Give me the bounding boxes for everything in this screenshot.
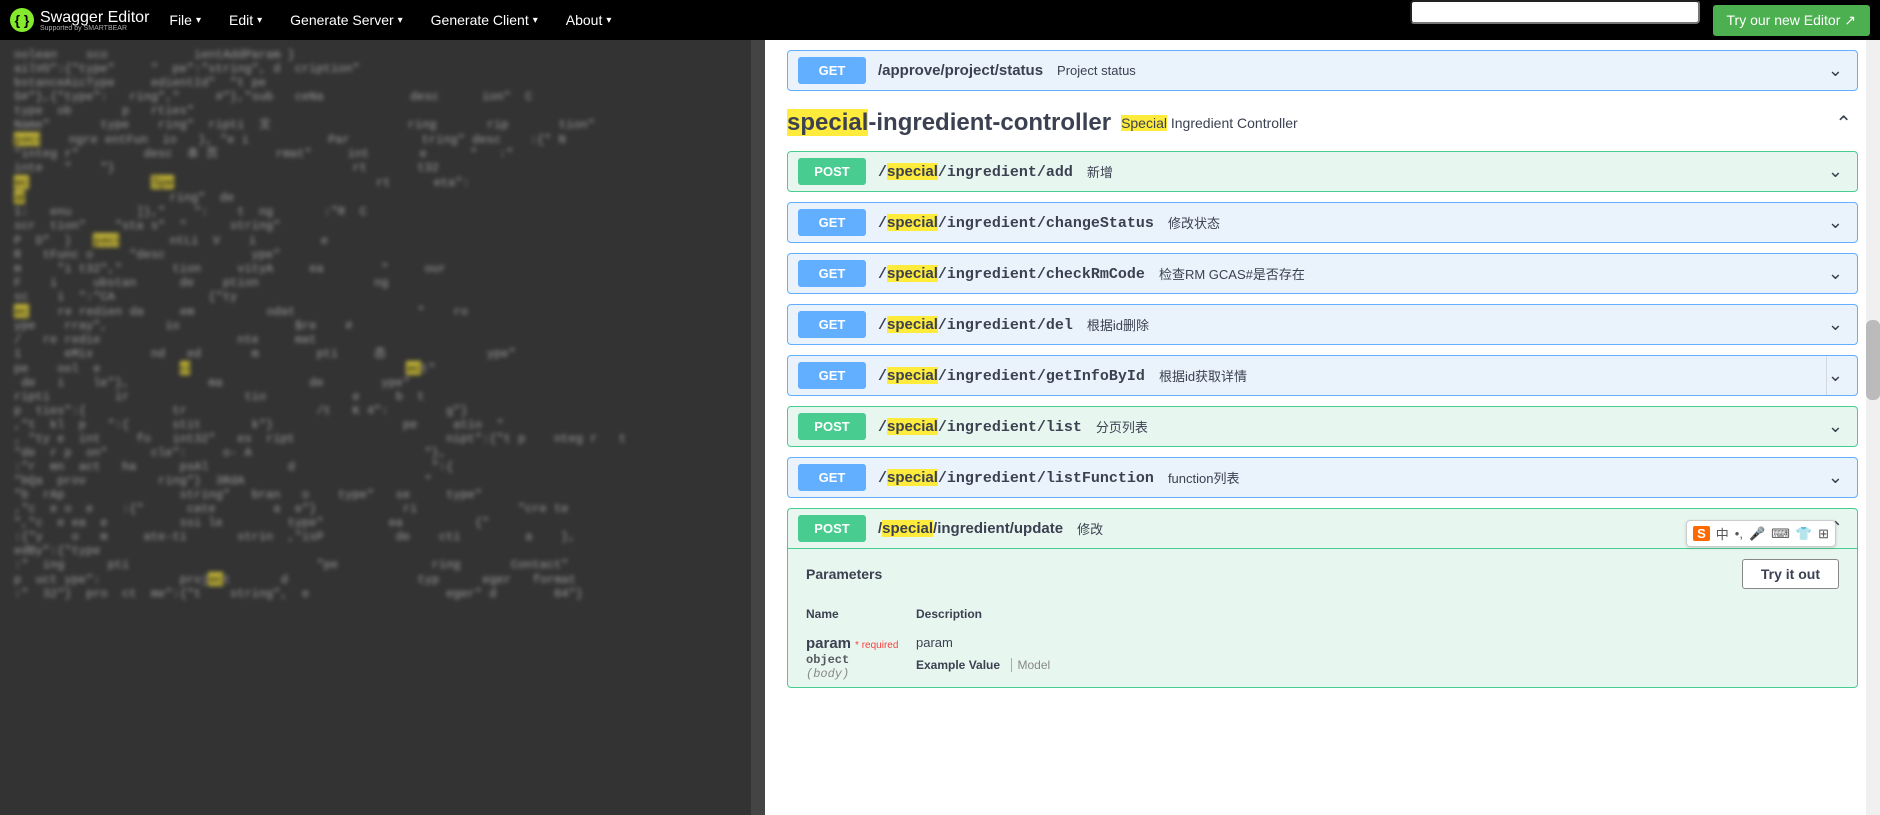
swagger-preview-pane[interactable]: GET /approve/project/status Project stat… [765,40,1880,815]
menu-file[interactable]: File [169,12,201,28]
logo: { } Swagger Editor Supported by SMARTBEA… [10,8,149,32]
scrollbar-thumb[interactable] [1866,320,1880,400]
chevron-down-icon: ⌄ [1828,365,1843,386]
op-row[interactable]: GET/special/ingredient/listFunction funct… [787,457,1858,498]
model-tab[interactable]: Model [1011,658,1051,672]
op-summary: 修改 [1077,519,1103,538]
page-scrollbar[interactable] [1866,40,1880,815]
op-summary: 检查RM GCAS#是否存在 [1159,264,1305,283]
chevron-down-icon: ⌄ [1828,161,1843,182]
param-table-header: Name Description [788,599,1857,629]
ime-lang[interactable]: 中 [1716,524,1729,543]
op-path: /special/ingredient/update [878,520,1063,538]
op-path: /special/ingredient/getInfoById [878,367,1145,385]
parameters-title: Parameters [806,566,882,582]
op-summary: Project status [1057,63,1136,78]
op-path: /special/ingredient/changeStatus [878,214,1154,232]
ime-punct[interactable]: •, [1735,526,1743,541]
op-path: /special/ingredient/checkRmCode [878,265,1145,283]
chevron-down-icon: ⌄ [1828,416,1843,437]
method-badge: GET [798,311,866,338]
search-input[interactable] [1410,0,1700,24]
example-value-tab[interactable]: Example Value [916,658,1000,672]
col-description: Description [916,607,1839,621]
method-badge: GET [798,260,866,287]
chevron-down-icon: ⌄ [1828,212,1843,233]
required-badge: * required [855,640,898,651]
try-new-editor-button[interactable]: Try our new Editor ↗ [1713,5,1870,36]
op-row[interactable]: GET/special/ingredient/getInfoById 根据id获取… [787,355,1858,396]
op-row[interactable]: POST/special/ingredient/add 新增 ⌄ [787,151,1858,192]
col-name: Name [806,607,916,621]
op-path: /special/ingredient/listFunction [878,469,1154,487]
method-badge: GET [798,464,866,491]
op-path: /special/ingredient/list [878,418,1082,436]
chevron-up-icon: ⌃ [1835,111,1852,136]
menu-about[interactable]: About [566,12,612,28]
method-badge: POST [798,413,866,440]
ime-logo-icon: S [1693,526,1710,541]
op-row[interactable]: GET/special/ingredient/checkRmCode 检查RM G… [787,253,1858,294]
method-badge-get: GET [798,57,866,84]
chevron-down-icon: ⌄ [1828,60,1843,81]
param-name: param [806,635,851,652]
chevron-down-icon: ⌄ [1828,314,1843,335]
tag-description: Special Ingredient Controller [1121,115,1298,131]
method-badge: GET [798,209,866,236]
param-in: (body) [806,667,916,681]
param-row: param * required object (body) param Exam… [788,629,1857,687]
ime-mic-icon[interactable]: 🎤 [1749,526,1765,542]
editor-pane[interactable]: oolean sco ientAddParam } ailVO":{"type"… [0,40,765,815]
top-menu: File Edit Generate Server Generate Clien… [169,12,611,28]
op-row[interactable]: GET/special/ingredient/changeStatus 修改状态 ⌄ [787,202,1858,243]
ime-more-icon[interactable]: ⊞ [1818,526,1829,542]
menu-edit[interactable]: Edit [229,12,262,28]
editor-code[interactable]: oolean sco ientAddParam } ailVO":{"type"… [0,40,765,609]
op-summary: 根据id删除 [1087,315,1149,334]
method-badge: POST [798,158,866,185]
tag-name: special-ingredient-controller [787,109,1111,137]
op-path: /approve/project/status [878,62,1043,80]
swagger-logo-icon: { } [10,8,34,32]
param-description: param [916,635,1839,650]
parameters-section: Parameters Try it out Name Description p… [788,548,1857,687]
op-summary: 根据id获取详情 [1159,366,1247,385]
editor-scrollbar[interactable] [751,40,765,815]
op-summary: 修改状态 [1168,213,1220,232]
op-row[interactable]: GET/special/ingredient/del 根据id删除 ⌄ [787,304,1858,345]
method-badge-post: POST [798,515,866,542]
topbar: { } Swagger Editor Supported by SMARTBEA… [0,0,1880,40]
logo-text: Swagger Editor [40,9,149,27]
ime-skin-icon[interactable]: 👕 [1796,526,1812,542]
tag-special-ingredient-controller[interactable]: special-ingredient-controller Special In… [787,109,1858,137]
op-summary: 新增 [1087,162,1113,181]
menu-generate-server[interactable]: Generate Server [290,12,403,28]
menu-generate-client[interactable]: Generate Client [431,12,538,28]
op-summary: function列表 [1168,468,1240,487]
method-badge: GET [798,362,866,389]
op-approve-project-status[interactable]: GET /approve/project/status Project stat… [787,50,1858,91]
op-row[interactable]: POST/special/ingredient/list 分页列表 ⌄ [787,406,1858,447]
ime-toolbar[interactable]: S 中 •, 🎤 ⌨ 👕 ⊞ [1686,520,1836,547]
op-summary: 分页列表 [1096,417,1148,436]
chevron-down-icon: ⌄ [1828,467,1843,488]
op-path: /special/ingredient/del [878,316,1073,334]
param-type: object [806,653,916,667]
ime-keyboard-icon[interactable]: ⌨ [1771,526,1790,542]
chevron-down-icon: ⌄ [1828,263,1843,284]
try-it-out-button[interactable]: Try it out [1742,559,1839,589]
op-path: /special/ingredient/add [878,163,1073,181]
